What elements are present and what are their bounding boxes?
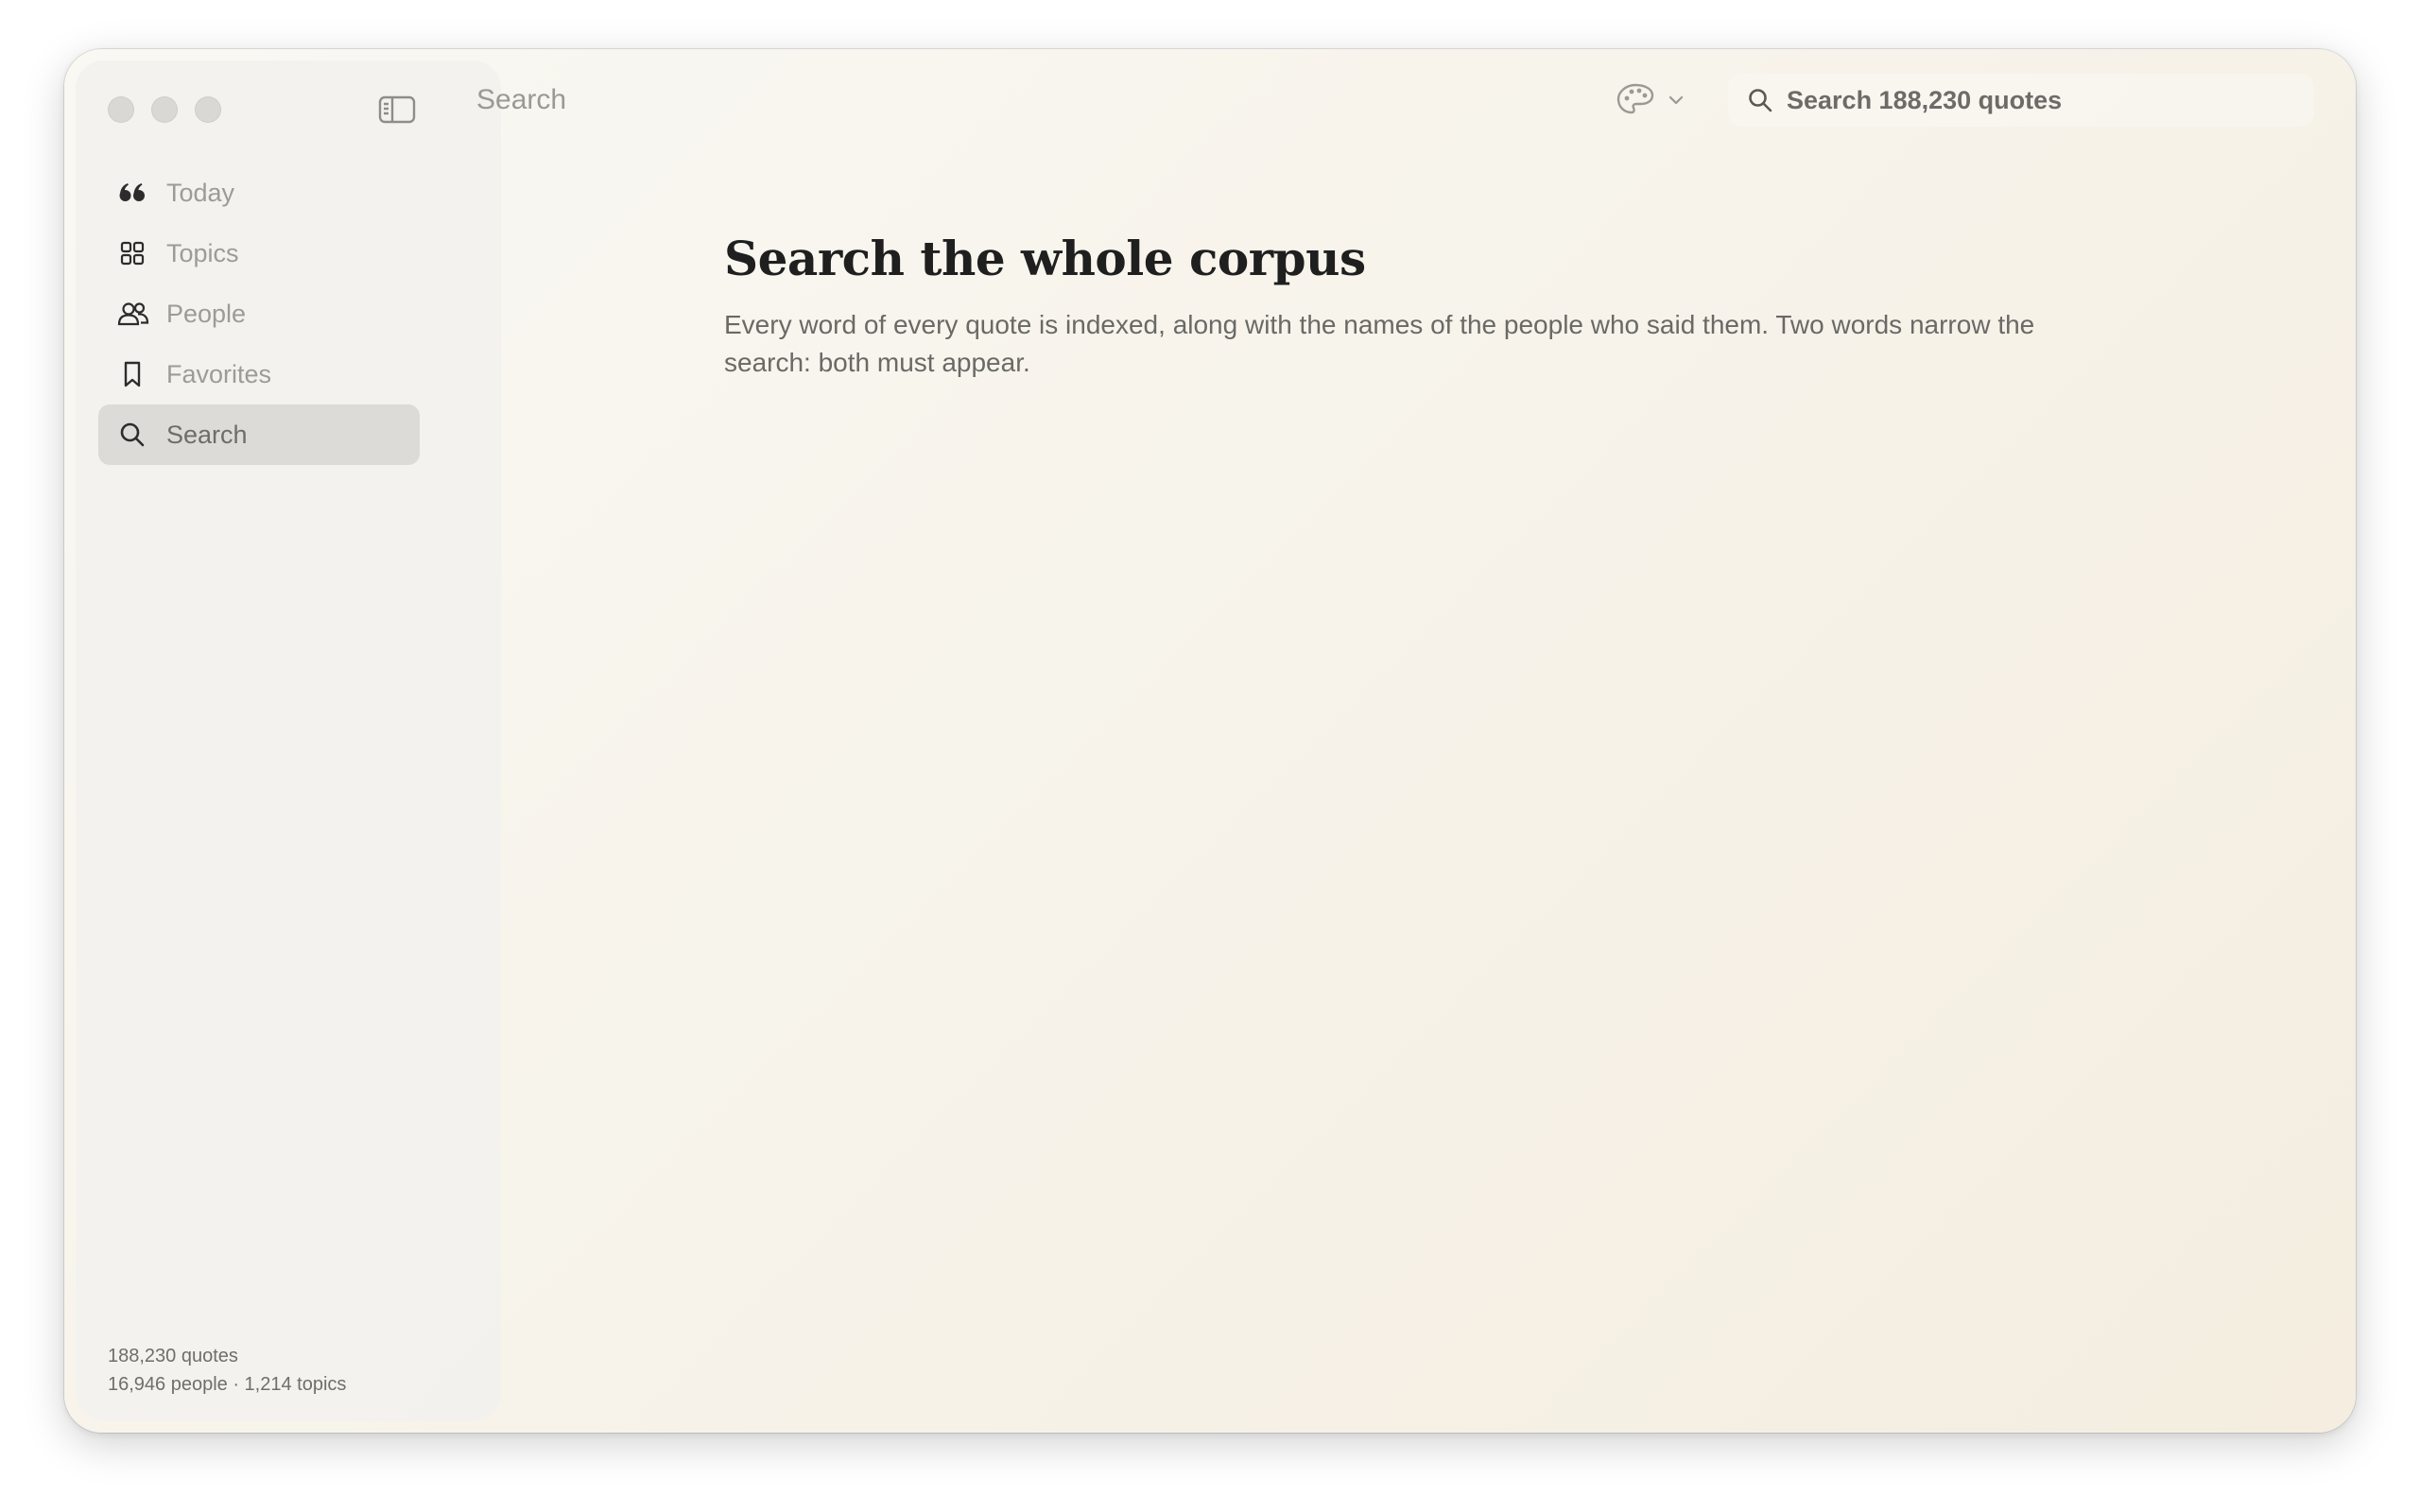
quote-icon — [117, 178, 147, 208]
sidebar-item-label: Favorites — [166, 360, 272, 388]
app-window: Today Topics People Favorites Search 188… — [64, 49, 2356, 1433]
sidebar-toggle-icon[interactable] — [378, 94, 416, 125]
search-input[interactable]: Search 188,230 quotes — [1728, 74, 2314, 127]
theme-picker-button[interactable] — [1615, 79, 1690, 121]
page-description: Every word of every quote is indexed, al… — [724, 310, 2035, 377]
chevron-down-icon — [1668, 93, 1685, 108]
grid-icon — [117, 238, 147, 268]
sidebar-item-label: Topics — [166, 239, 239, 267]
search-icon — [1747, 87, 1773, 113]
bookmark-icon — [117, 359, 147, 389]
window-close-button[interactable] — [108, 96, 134, 123]
sidebar-item-label: Search — [166, 421, 248, 449]
sidebar-item-today[interactable]: Today — [98, 163, 420, 223]
window-minimize-button[interactable] — [151, 96, 178, 123]
sidebar-item-people[interactable]: People — [98, 284, 420, 344]
sidebar-item-label: People — [166, 300, 247, 328]
corpus-stats: 188,230 quotes 16,946 people · 1,214 top… — [108, 1342, 346, 1399]
sidebar-item-topics[interactable]: Topics — [98, 223, 420, 284]
stats-quotes: 188,230 quotes — [108, 1346, 238, 1366]
stats-people-topics: 16,946 people · 1,214 topics — [108, 1374, 347, 1395]
sidebar-item-search[interactable]: Search — [98, 404, 420, 465]
window-zoom-button[interactable] — [195, 96, 221, 123]
page-heading: Search the whole corpus — [724, 231, 1366, 286]
search-placeholder: Search 188,230 quotes — [1787, 86, 2063, 114]
sidebar-nav: Today Topics People Favorites Search — [98, 163, 420, 465]
sidebar-item-favorites[interactable]: Favorites — [98, 344, 420, 404]
people-icon — [117, 299, 149, 329]
page-title: Search — [476, 84, 567, 115]
palette-icon — [1615, 79, 1656, 121]
search-icon — [117, 420, 147, 450]
main-content: Search the whole corpus Every word of ev… — [724, 229, 2066, 382]
sidebar: Today Topics People Favorites Search 188… — [76, 60, 501, 1421]
sidebar-item-label: Today — [166, 179, 235, 207]
